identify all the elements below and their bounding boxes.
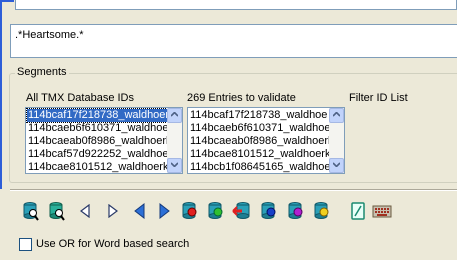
- list-item[interactable]: 114bcaf57d922252_waldhoe: [27, 148, 168, 161]
- entries-listbox[interactable]: 114bcaf17f218738_waldhoe 114bcaeb6f61037…: [187, 107, 345, 174]
- document-edit-icon[interactable]: [347, 200, 369, 222]
- db-red-search-icon[interactable]: [179, 200, 201, 222]
- db-yellow-search-icon[interactable]: [311, 200, 333, 222]
- list-item[interactable]: 114bcaeb6f610371_waldhoe: [189, 122, 330, 135]
- list-item[interactable]: 114bcae8101512_waldhoerk: [27, 161, 168, 173]
- search-db-icon[interactable]: [20, 200, 42, 222]
- list-item[interactable]: 114bcaf17f218738_waldhoe: [189, 109, 327, 122]
- scroll-up-button[interactable]: [167, 108, 182, 123]
- chevron-up-icon: [333, 112, 340, 117]
- scroll-up-button[interactable]: [329, 108, 344, 123]
- list-item[interactable]: 114bcaf17f218738_waldhoer: [26, 108, 171, 123]
- filter-id-list-label: Filter ID List: [349, 92, 408, 104]
- db-purple-search-icon[interactable]: [285, 200, 307, 222]
- arrow-left-icon[interactable]: [74, 200, 96, 222]
- scroll-down-button[interactable]: [167, 158, 182, 173]
- search-db-green-icon[interactable]: [46, 200, 68, 222]
- keyboard-icon[interactable]: [371, 200, 393, 222]
- db-blue-search-icon[interactable]: [258, 200, 280, 222]
- entries-label: 269 Entries to validate: [187, 92, 296, 104]
- list-item[interactable]: 114bcaeab0f8986_waldhoerl: [189, 135, 330, 148]
- arrow-left-blue-icon[interactable]: [128, 200, 150, 222]
- use-or-label: Use OR for Word based search: [36, 238, 190, 250]
- list-item[interactable]: 114bcaeb6f610371_waldhoe: [27, 122, 168, 135]
- scroll-down-button[interactable]: [329, 158, 344, 173]
- arrow-right-icon[interactable]: [102, 200, 124, 222]
- segments-group-title: Segments: [15, 66, 69, 78]
- left-frame-border: [0, 8, 2, 189]
- db-export-red-icon[interactable]: [231, 200, 253, 222]
- list-item[interactable]: 114bcb1f08645165_waldhoe: [189, 161, 330, 173]
- top-frame-border: [0, 0, 14, 8]
- list-item[interactable]: 114bcae8101512_waldhoerk: [189, 148, 330, 161]
- db-ids-scrollbar[interactable]: [167, 108, 182, 173]
- upper-text-area[interactable]: [15, 0, 457, 10]
- search-query-input[interactable]: .*Heartsome.*: [10, 24, 457, 58]
- use-or-checkbox[interactable]: [19, 238, 32, 251]
- chevron-up-icon: [171, 112, 178, 117]
- db-ids-listbox[interactable]: 114bcaf17f218738_waldhoer 114bcaeb6f6103…: [25, 107, 183, 174]
- arrow-right-blue-icon[interactable]: [154, 200, 176, 222]
- chevron-down-icon: [171, 162, 178, 167]
- db-ids-label: All TMX Database IDs: [26, 92, 135, 104]
- entries-scrollbar[interactable]: [329, 108, 344, 173]
- list-item[interactable]: 114bcaeab0f8986_waldhoerl: [27, 135, 168, 148]
- chevron-down-icon: [333, 162, 340, 167]
- panel-splitter[interactable]: [10, 189, 457, 191]
- search-query-text: .*Heartsome.*: [15, 29, 84, 41]
- db-green-search-icon[interactable]: [205, 200, 227, 222]
